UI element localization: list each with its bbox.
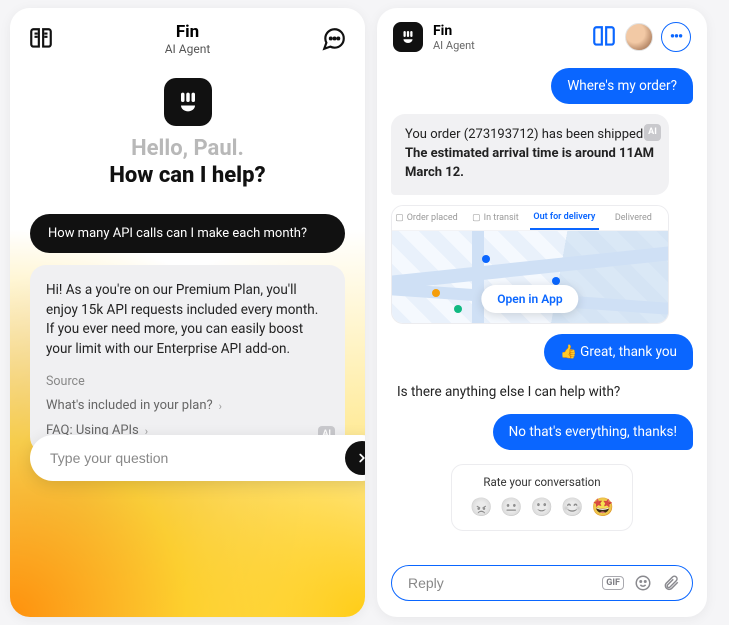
- emoji-icon[interactable]: [634, 574, 652, 592]
- source-link-1-text: What's included in your plan?: [46, 397, 213, 416]
- user-message: Where's my order?: [551, 68, 693, 104]
- send-button[interactable]: [345, 441, 365, 475]
- shipment-status-tabs: ▢ Order placed ▢ In transit Out for deli…: [392, 206, 668, 231]
- agent-name: Fin: [165, 22, 211, 42]
- tab-out-for-delivery[interactable]: Out for delivery: [530, 206, 599, 230]
- new-chat-icon[interactable]: •••: [661, 22, 691, 52]
- chevron-right-icon: ›: [219, 399, 222, 415]
- rating-emojis: 😠 😐 🙂 😊 🤩: [470, 497, 614, 518]
- right-title-block: Fin AI Agent: [433, 23, 475, 52]
- brand-logo: [164, 78, 212, 126]
- ai-answer-card: Hi! As a you're on our Premium Plan, you…: [30, 265, 345, 453]
- agent-name: Fin: [433, 23, 475, 39]
- chat-body: Where's my order? You order (273193712) …: [377, 62, 707, 553]
- source-link-1[interactable]: What's included in your plan? ›: [46, 397, 329, 416]
- ai-line-2: The estimated arrival time is around 11A…: [405, 145, 655, 183]
- sample-user-message: How many API calls can I make each month…: [30, 214, 345, 253]
- rate-1[interactable]: 😠: [470, 497, 492, 518]
- open-in-app-button[interactable]: Open in App: [481, 285, 578, 313]
- ai-line-1: You order (273193712) has been shipped!: [405, 127, 647, 142]
- conversation-panel: Fin AI Agent ••• Where's my order? You o…: [377, 8, 707, 617]
- rating-label: Rate your conversation: [470, 475, 614, 489]
- ai-message-shipping: You order (273193712) has been shipped! …: [391, 114, 669, 195]
- docs-icon[interactable]: [28, 26, 54, 52]
- tab-in-transit[interactable]: ▢ In transit: [461, 206, 530, 230]
- shipment-tracking-card: ▢ Order placed ▢ In transit Out for deli…: [391, 205, 669, 324]
- tab-delivered[interactable]: Delivered: [599, 206, 668, 230]
- rating-card: Rate your conversation 😠 😐 🙂 😊 🤩: [451, 464, 633, 531]
- avatar[interactable]: [625, 23, 653, 51]
- gif-icon[interactable]: GIF: [602, 576, 624, 590]
- question-input-bar: [30, 435, 365, 481]
- rate-2[interactable]: 😐: [500, 497, 522, 518]
- welcome-panel: Fin AI Agent Hello, Paul. How can I help…: [10, 8, 365, 617]
- map-preview: Open in App: [392, 231, 668, 323]
- source-label: Source: [46, 373, 329, 391]
- left-header: Fin AI Agent: [10, 8, 365, 60]
- docs-icon[interactable]: [591, 24, 617, 50]
- map-pin-icon: [454, 305, 462, 313]
- map-pin-icon: [482, 255, 490, 263]
- agent-role: AI Agent: [165, 42, 211, 56]
- reply-input[interactable]: [408, 575, 592, 591]
- greeting-help: How can I help?: [30, 163, 345, 188]
- agent-role: AI Agent: [433, 39, 475, 52]
- user-message: No that's everything, thanks!: [493, 414, 693, 450]
- brand-logo-small: [393, 22, 423, 52]
- greeting-hello: Hello, Paul.: [30, 136, 345, 161]
- chat-icon[interactable]: [321, 26, 347, 52]
- greeting: Hello, Paul. How can I help?: [10, 136, 365, 188]
- right-header: Fin AI Agent •••: [377, 8, 707, 62]
- map-pin-icon: [552, 277, 560, 285]
- ai-answer-text: Hi! As a you're on our Premium Plan, you…: [46, 281, 329, 359]
- reply-input-bar: GIF: [391, 565, 693, 601]
- left-title-block: Fin AI Agent: [165, 22, 211, 56]
- rate-4[interactable]: 😊: [561, 497, 583, 518]
- question-input[interactable]: [50, 450, 345, 466]
- map-pin-icon: [432, 289, 440, 297]
- tab-order-placed[interactable]: ▢ Order placed: [392, 206, 461, 230]
- rate-3[interactable]: 🙂: [531, 497, 553, 518]
- rate-5[interactable]: 🤩: [592, 497, 614, 518]
- attachment-icon[interactable]: [662, 574, 680, 592]
- ai-badge: AI: [644, 124, 661, 141]
- ai-message: Is there anything else I can help with?: [391, 380, 626, 404]
- user-message: 👍 Great, thank you: [544, 334, 693, 370]
